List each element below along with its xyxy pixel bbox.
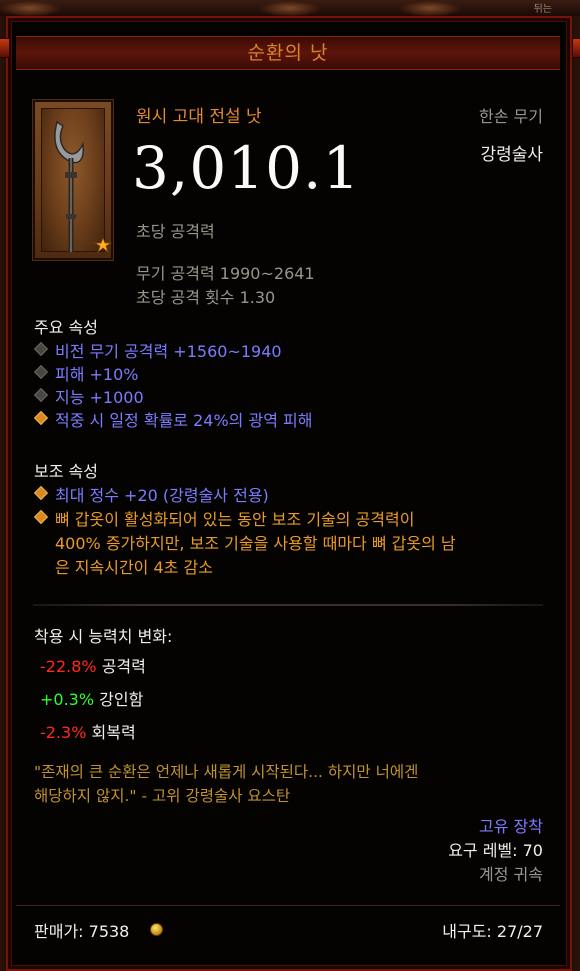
section-divider bbox=[33, 604, 543, 606]
stat-change-delta: -22.8% bbox=[40, 657, 97, 676]
sell-price-text: 판매가: 7538 bbox=[34, 922, 130, 941]
stat-change-delta: -2.3% bbox=[40, 723, 87, 742]
legendary-power-line-1: 뼈 갑옷이 활성화되어 있는 동안 보조 기술의 공격력이 bbox=[55, 510, 415, 529]
legendary-power-line-2: 400% 증가하지만, 보조 기술을 사용할 때마다 뼈 갑옷의 남 bbox=[55, 534, 456, 553]
required-level: 요구 레벨: 70 bbox=[448, 841, 543, 860]
dps-label: 초당 공격력 bbox=[136, 222, 215, 241]
stat-change-row: -22.8% 공격력 bbox=[40, 653, 146, 677]
top-ornament-bar: 뒤는 bbox=[0, 0, 580, 16]
primary-attr-1: 비전 무기 공격력 +1560~1940 bbox=[55, 342, 282, 361]
ornament-center bbox=[260, 0, 320, 16]
secondary-header: 보조 속성 bbox=[34, 462, 98, 481]
stat-change-delta: +0.3% bbox=[40, 690, 95, 709]
stat-change-header: 착용 시 능력치 변화: bbox=[34, 627, 173, 646]
frame-gem-left bbox=[0, 38, 10, 58]
stat-change-row: -2.3% 회복력 bbox=[40, 719, 136, 743]
frame-gem-right bbox=[572, 38, 580, 58]
item-quality: 원시 고대 전설 낫 bbox=[136, 107, 262, 127]
stat-change-name: 회복력 bbox=[91, 723, 136, 742]
item-dps: 3,010.1 bbox=[132, 134, 361, 202]
sell-price: 판매가: 7538 bbox=[34, 918, 129, 942]
legendary-power-line-3: 은 지속시간이 4초 감소 bbox=[55, 558, 213, 577]
ornament-left bbox=[0, 0, 60, 16]
primary-attr-2: 피해 +10% bbox=[55, 365, 139, 384]
weapon-damage: 무기 공격력 1990~2641 bbox=[136, 264, 315, 283]
unique-equipped: 고유 장착 bbox=[479, 817, 543, 836]
attacks-per-second: 초당 공격 횟수 1.30 bbox=[136, 288, 276, 307]
item-title-bar: 순환의 낫 bbox=[16, 36, 560, 70]
item-icon-slot bbox=[32, 99, 114, 261]
stat-change-name: 공격력 bbox=[101, 657, 146, 676]
account-bound: 계정 귀속 bbox=[479, 865, 543, 884]
primary-header: 주요 속성 bbox=[34, 318, 98, 337]
primary-attr-4: 적중 시 일정 확률로 24%의 광역 피해 bbox=[55, 411, 313, 430]
stat-change-row: +0.3% 강인함 bbox=[40, 686, 143, 710]
secondary-attr-1: 최대 정수 +20 (강령술사 전용) bbox=[55, 486, 269, 505]
item-slot: 한손 무기 bbox=[479, 107, 543, 126]
gold-coin-icon bbox=[150, 923, 163, 936]
durability: 내구도: 27/27 bbox=[442, 922, 543, 941]
stat-change-name: 강인함 bbox=[99, 690, 144, 709]
primary-attr-3: 지능 +1000 bbox=[55, 388, 144, 407]
star-icon bbox=[93, 236, 113, 254]
flavor-text-line-2: 해당하지 않지." - 고위 강령술사 요스탄 bbox=[34, 787, 291, 805]
item-name: 순환의 낫 bbox=[247, 42, 329, 64]
flavor-text-line-1: "존재의 큰 순환은 언제나 새롭게 시작된다... 하지만 너에겐 bbox=[34, 763, 419, 781]
top-corner-text: 뒤는 bbox=[533, 4, 552, 15]
ornament-right bbox=[400, 0, 460, 16]
footer-divider bbox=[16, 905, 560, 906]
item-class: 강령술사 bbox=[480, 145, 543, 165]
